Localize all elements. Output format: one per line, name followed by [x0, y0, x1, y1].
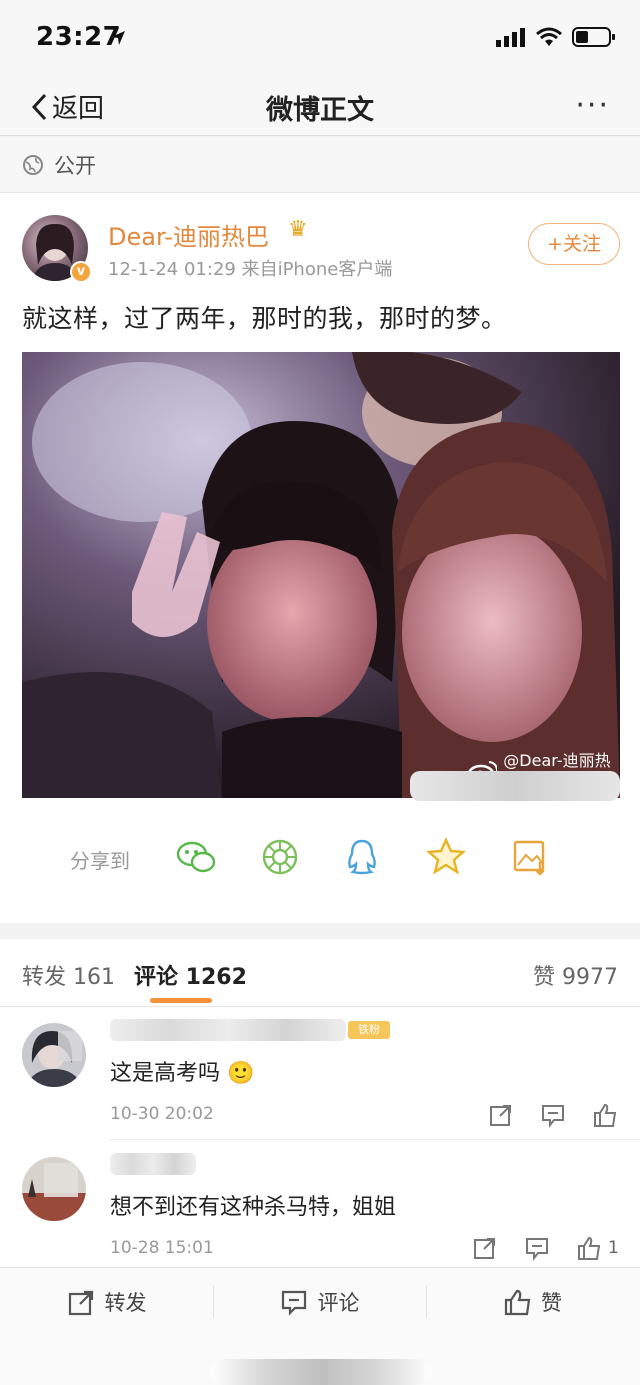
repost-button[interactable]: 转发 [0, 1268, 213, 1336]
comment-list: 铁粉 这是高考吗 🙂 10-30 20:02 想不到还有这种杀马特，姐姐 10-… [0, 1007, 640, 1267]
crown-icon: ♛ [288, 217, 308, 242]
fan-badge: 铁粉 [348, 1021, 390, 1039]
like-button[interactable]: 赞 [426, 1268, 639, 1336]
smile-emoji-icon: 🙂 [227, 1061, 255, 1086]
reply-comment-icon[interactable] [524, 1235, 550, 1261]
more-button[interactable]: ··· [575, 88, 610, 123]
share-row: 分享到 [0, 833, 640, 889]
battery-icon [572, 27, 615, 47]
commenter-name-blurred [110, 1153, 196, 1175]
status-indicators [496, 26, 616, 48]
tab-comments[interactable]: 评论 1262 [134, 959, 247, 991]
photo-illustration [22, 352, 620, 798]
author-name[interactable]: Dear-迪丽热巴 [108, 217, 269, 252]
commenter-avatar[interactable] [22, 1157, 86, 1221]
home-indicator-area [0, 1335, 640, 1385]
section-divider [0, 923, 640, 939]
tab-repost[interactable]: 转发 161 [22, 959, 115, 991]
wechat-icon[interactable] [176, 837, 216, 877]
follow-button[interactable]: +关注 [528, 223, 620, 265]
status-bar: 23:27 [0, 0, 640, 76]
comment-time: 10-28 15:01 [110, 1238, 214, 1258]
like-comment-icon[interactable] [592, 1102, 618, 1128]
redacted-blur [410, 771, 620, 801]
repost-icon [68, 1290, 93, 1316]
comment-text-content: 这是高考吗 [110, 1061, 221, 1086]
like-comment-icon[interactable] [576, 1235, 602, 1261]
location-arrow-icon [111, 31, 125, 45]
comment-time: 10-30 20:02 [110, 1104, 214, 1124]
tab-active-indicator [150, 998, 212, 1003]
moments-icon[interactable] [260, 837, 300, 877]
repost-comment-icon[interactable] [488, 1102, 514, 1128]
comment-text: 这是高考吗 🙂 [110, 1055, 254, 1087]
like-icon [504, 1289, 531, 1316]
visibility-label: 公开 [54, 153, 96, 178]
post-text: 就这样，过了两年，那时的我，那时的梦。 [22, 304, 507, 333]
comment-like-count: 1 [608, 1238, 619, 1258]
share-label: 分享到 [70, 849, 130, 873]
globe-icon [23, 154, 43, 175]
commenter-avatar[interactable] [22, 1023, 86, 1087]
nav-bar: 返回 微博正文 ··· [0, 76, 640, 136]
commenter-name-blurred [110, 1019, 346, 1041]
post-meta: 12-1-24 01:29 来自iPhone客户端 [108, 259, 393, 280]
comment-text: 想不到还有这种杀马特，姐姐 [110, 1195, 397, 1220]
qzone-icon[interactable] [426, 837, 466, 877]
reply-comment-icon[interactable] [540, 1102, 566, 1128]
save-image-icon[interactable] [510, 837, 550, 877]
qq-icon[interactable] [342, 837, 382, 877]
comment-tabs: 转发 161 评论 1262 赞 9977 [0, 939, 640, 1007]
wifi-icon [536, 27, 562, 46]
page-title: 微博正文 [266, 95, 374, 126]
commenter-avatar-image [22, 1157, 86, 1221]
status-time: 23:27 [36, 22, 122, 52]
visibility-row: 公开 [0, 137, 640, 193]
repost-label: 转发 [104, 1291, 147, 1315]
bottom-action-bar: 转发 评论 赞 [0, 1267, 640, 1335]
signal-icon [496, 28, 525, 47]
tab-likes[interactable]: 赞 9977 [533, 959, 618, 991]
redacted-blur [210, 1359, 432, 1385]
commenter-avatar-image [22, 1023, 86, 1087]
post-photo[interactable]: @Dear-迪丽热巴 [22, 352, 620, 798]
comment-button[interactable]: 评论 [213, 1268, 426, 1336]
like-label: 赞 [541, 1291, 562, 1315]
comment-icon [281, 1290, 306, 1316]
verified-badge: v [70, 261, 92, 283]
post-card: v Dear-迪丽热巴 ♛ 12-1-24 01:29 来自iPhone客户端 … [0, 193, 640, 923]
repost-comment-icon[interactable] [472, 1235, 498, 1261]
comment-label: 评论 [317, 1291, 360, 1315]
comment-divider [110, 1139, 640, 1140]
